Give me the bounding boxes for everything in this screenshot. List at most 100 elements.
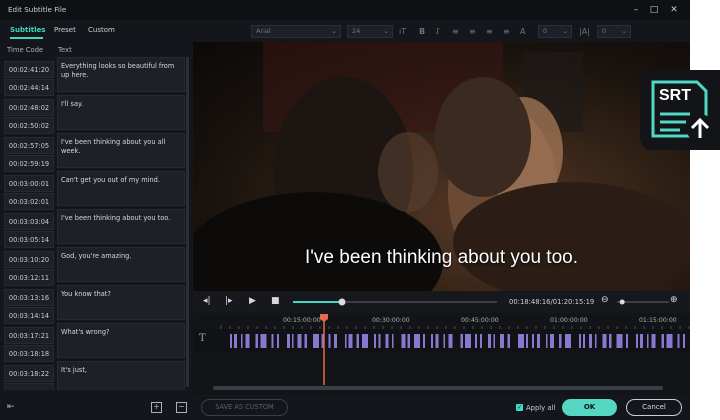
subtitle-text-field[interactable]: Everything looks so beautiful from up he…: [57, 57, 185, 92]
subtitle-clip[interactable]: [271, 334, 274, 348]
end-time-field[interactable]: 00:03:14:14: [4, 307, 54, 324]
start-time-field[interactable]: 00:03:03:04: [4, 213, 54, 230]
subtitle-clip[interactable]: [245, 334, 250, 348]
subtitle-text-field[interactable]: Can't get you out of my mind.: [57, 171, 185, 206]
start-time-field[interactable]: 00:03:10:20: [4, 251, 54, 268]
subtitle-text-field[interactable]: God, you're amazing.: [57, 247, 185, 282]
subtitle-clip[interactable]: [640, 334, 643, 348]
letter-spacing-icon[interactable]: |A|: [579, 27, 590, 36]
zoom-out-icon[interactable]: ⊖: [601, 295, 609, 305]
tab-preset[interactable]: Preset: [54, 26, 76, 34]
subtitle-clip[interactable]: [255, 334, 259, 348]
subtitle-clip[interactable]: [465, 334, 471, 348]
align-right-icon[interactable]: ≡: [486, 27, 493, 36]
subtitle-clip[interactable]: [241, 334, 243, 348]
add-subtitle-icon[interactable]: +: [151, 402, 162, 413]
subtitle-row[interactable]: 00:03:00:01 00:03:02:01 Can't get you ou…: [4, 171, 186, 210]
subtitle-clip[interactable]: [579, 334, 581, 348]
subtitle-clip[interactable]: [234, 334, 237, 348]
subtitle-clip[interactable]: [616, 334, 623, 348]
subtitle-clip[interactable]: [550, 334, 554, 348]
close-icon[interactable]: ✕: [666, 3, 682, 17]
subtitle-list-scrollbar[interactable]: [186, 57, 189, 387]
subtitle-clip[interactable]: [677, 334, 680, 348]
playback-progress-bar[interactable]: [289, 291, 509, 313]
subtitle-clip[interactable]: [602, 334, 607, 348]
align-left-icon[interactable]: ≡: [452, 27, 459, 36]
subtitle-text-field[interactable]: You know that?: [57, 285, 185, 320]
subtitle-clip[interactable]: [518, 334, 524, 348]
subtitle-clip[interactable]: [374, 334, 376, 348]
subtitle-clip[interactable]: [378, 334, 381, 348]
start-time-field[interactable]: 00:02:57:05: [4, 137, 54, 154]
subtitle-clip[interactable]: [348, 334, 353, 348]
stop-icon[interactable]: ■: [271, 296, 280, 306]
subtitle-clip[interactable]: [583, 334, 585, 348]
start-time-field[interactable]: 00:03:00:01: [4, 175, 54, 192]
subtitle-clip[interactable]: [475, 334, 477, 348]
subtitle-clip[interactable]: [401, 334, 406, 348]
subtitle-clip[interactable]: [431, 334, 433, 348]
subtitle-clip[interactable]: [500, 334, 504, 348]
maximize-icon[interactable]: □: [646, 3, 662, 17]
subtitle-clip[interactable]: [443, 334, 446, 348]
tab-subtitles[interactable]: Subtitles: [10, 26, 45, 34]
opacity-input[interactable]: 0 ⌄: [538, 25, 572, 38]
cancel-button[interactable]: Cancel: [626, 399, 682, 416]
subtitle-clip[interactable]: [362, 334, 368, 348]
subtitle-row[interactable]: 00:02:57:05 00:02:59:19 I've been thinki…: [4, 133, 186, 172]
subtitle-clip[interactable]: [287, 334, 290, 348]
subtitle-clip[interactable]: [683, 334, 685, 348]
zoom-slider[interactable]: [615, 291, 671, 313]
bold-icon[interactable]: B: [419, 27, 425, 36]
subtitle-clip[interactable]: [526, 334, 528, 348]
subtitle-clip[interactable]: [260, 334, 267, 348]
end-time-field[interactable]: 00:03:12:11: [4, 269, 54, 286]
subtitle-clip[interactable]: [595, 334, 597, 348]
subtitle-clip[interactable]: [537, 334, 540, 348]
subtitle-text-field[interactable]: What's wrong?: [57, 323, 185, 358]
subtitle-row[interactable]: 00:02:48:02 00:02:50:02 I'll say.: [4, 95, 186, 134]
subtitle-clip[interactable]: [334, 334, 337, 348]
end-time-field[interactable]: 00:02:44:14: [4, 79, 54, 96]
align-justify-icon[interactable]: ≡: [503, 27, 510, 36]
subtitle-clip[interactable]: [565, 334, 571, 348]
subtitle-clip[interactable]: [277, 334, 279, 348]
ok-button[interactable]: OK: [562, 399, 617, 416]
end-time-field[interactable]: 00:03:18:18: [4, 345, 54, 362]
step-forward-icon[interactable]: |▸: [225, 296, 233, 306]
subtitle-clip[interactable]: [666, 334, 673, 348]
subtitle-clip[interactable]: [304, 334, 308, 348]
play-icon[interactable]: ▶: [249, 296, 256, 306]
subtitle-clip[interactable]: [559, 334, 562, 348]
subtitle-clip[interactable]: [589, 334, 592, 348]
start-time-field[interactable]: 00:03:13:16: [4, 289, 54, 306]
subtitle-clip[interactable]: [493, 334, 496, 348]
video-preview[interactable]: I've been thinking about you too.: [193, 42, 690, 291]
subtitle-row[interactable]: 00:03:13:16 00:03:14:14 You know that?: [4, 285, 186, 324]
subtitle-clip[interactable]: [460, 334, 464, 348]
subtitle-row[interactable]: 00:03:10:20 00:03:12:11 God, you're amaz…: [4, 247, 186, 286]
font-size-adjust-icon[interactable]: ıT: [399, 27, 406, 36]
subtitle-clip[interactable]: [488, 334, 491, 348]
subtitle-clip[interactable]: [546, 334, 548, 348]
italic-icon[interactable]: I: [436, 27, 439, 36]
minimize-icon[interactable]: –: [628, 3, 644, 17]
subtitle-clip[interactable]: [609, 334, 612, 348]
subtitle-clip[interactable]: [292, 334, 294, 348]
subtitle-text-field[interactable]: I'll say.: [57, 95, 185, 130]
font-select[interactable]: Arial ⌄: [251, 25, 341, 38]
end-time-field[interactable]: 00:03:05:14: [4, 231, 54, 248]
subtitle-text-field[interactable]: I've been thinking about you all week.: [57, 133, 185, 168]
timeline-scrollbar[interactable]: [213, 386, 663, 390]
end-time-field[interactable]: 00:02:50:02: [4, 117, 54, 134]
spacing-input[interactable]: 0 ⌄: [597, 25, 631, 38]
subtitle-clip[interactable]: [321, 334, 324, 348]
tab-custom[interactable]: Custom: [88, 26, 115, 34]
subtitle-clip[interactable]: [435, 334, 439, 348]
subtitle-clip[interactable]: [480, 334, 482, 348]
text-color-icon[interactable]: A: [520, 27, 525, 36]
start-time-field[interactable]: 00:02:48:02: [4, 99, 54, 116]
end-time-field[interactable]: 00:03:02:01: [4, 193, 54, 210]
subtitle-clip[interactable]: [407, 334, 411, 348]
